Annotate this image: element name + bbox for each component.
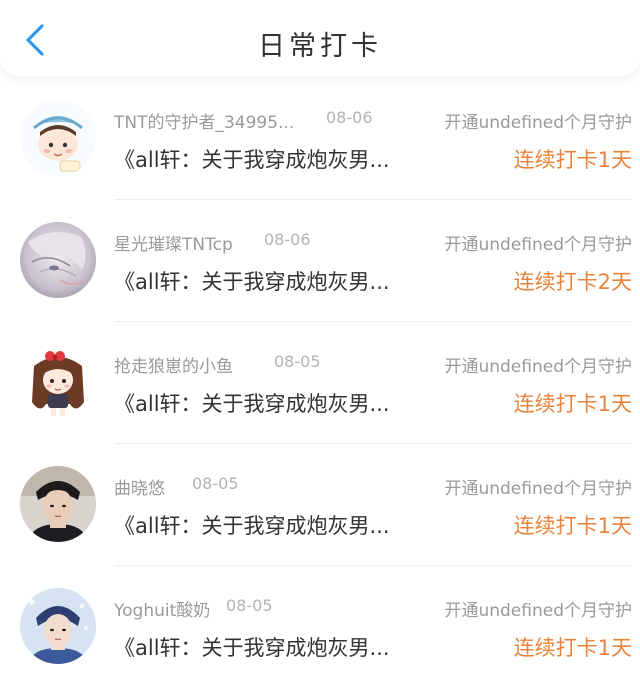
streak-text: 连续打卡1天 (513, 636, 632, 660)
book-title[interactable]: 《all轩：关于我穿成炮灰男... (114, 510, 390, 540)
checkin-list: TNT的守护者_34995... 08-06 开通undefined个月守护 《… (0, 78, 640, 681)
checkin-row[interactable]: 星光璀璨TNTcp 08-06 开通undefined个月守护 《all轩：关于… (0, 200, 640, 322)
avatar[interactable] (20, 222, 96, 298)
photo-boy-blue-avatar (20, 588, 96, 664)
book-title[interactable]: 《all轩：关于我穿成炮灰男... (114, 144, 390, 174)
streak-text: 连续打卡1天 (513, 392, 632, 416)
avatar[interactable] (20, 344, 96, 420)
username[interactable]: TNT的守护者_34995... (114, 108, 294, 133)
anime-drawing-avatar (20, 222, 96, 298)
checkin-page: 日常打卡 TNT的守护者_34995... 08-06 开通undefined个… (0, 0, 640, 681)
guard-text: 开通undefined个月守护 (444, 235, 632, 255)
book-title[interactable]: 《all轩：关于我穿成炮灰男... (114, 266, 390, 296)
record-meta: 曲晓悠 08-05 开通undefined个月守护 (114, 474, 632, 499)
checkin-date: 08-05 (274, 352, 321, 371)
username[interactable]: 星光璀璨TNTcp (114, 230, 233, 255)
top-nav-bar: 日常打卡 (0, 0, 640, 76)
guard-text: 开通undefined个月守护 (444, 357, 632, 377)
streak-text: 连续打卡1天 (513, 514, 632, 538)
checkin-row[interactable]: TNT的守护者_34995... 08-06 开通undefined个月守护 《… (0, 78, 640, 200)
record-meta: Yoghuit酸奶 08-05 开通undefined个月守护 (114, 596, 632, 621)
streak-text: 连续打卡2天 (513, 270, 632, 294)
checkin-date: 08-05 (192, 474, 239, 493)
book-title[interactable]: 《all轩：关于我穿成炮灰男... (114, 388, 390, 418)
checkin-date: 08-05 (226, 596, 273, 615)
record-meta: 抢走狼崽的小鱼 08-05 开通undefined个月守护 (114, 352, 632, 377)
username[interactable]: Yoghuit酸奶 (114, 596, 210, 621)
checkin-row[interactable]: Yoghuit酸奶 08-05 开通undefined个月守护 《all轩：关于… (0, 566, 640, 681)
username[interactable]: 抢走狼崽的小鱼 (114, 352, 233, 377)
cartoon-boy-shark-hat-avatar (20, 100, 96, 176)
avatar[interactable] (20, 100, 96, 176)
checkin-row[interactable]: 曲晓悠 08-05 开通undefined个月守护 《all轩：关于我穿成炮灰男… (0, 444, 640, 566)
photo-boy-avatar (20, 466, 96, 542)
avatar[interactable] (20, 588, 96, 664)
checkin-row[interactable]: 抢走狼崽的小鱼 08-05 开通undefined个月守护 《all轩：关于我穿… (0, 322, 640, 444)
checkin-date: 08-06 (326, 108, 373, 127)
page-title: 日常打卡 (258, 31, 382, 62)
guard-text: 开通undefined个月守护 (444, 601, 632, 621)
streak-text: 连续打卡1天 (513, 148, 632, 172)
guard-text: 开通undefined个月守护 (444, 113, 632, 133)
book-title[interactable]: 《all轩：关于我穿成炮灰男... (114, 632, 390, 662)
username[interactable]: 曲晓悠 (114, 474, 165, 499)
guard-text: 开通undefined个月守护 (444, 479, 632, 499)
record-meta: 星光璀璨TNTcp 08-06 开通undefined个月守护 (114, 230, 632, 255)
record-meta: TNT的守护者_34995... 08-06 开通undefined个月守护 (114, 108, 632, 133)
chibi-girl-avatar (20, 344, 96, 420)
avatar[interactable] (20, 466, 96, 542)
checkin-date: 08-06 (264, 230, 311, 249)
